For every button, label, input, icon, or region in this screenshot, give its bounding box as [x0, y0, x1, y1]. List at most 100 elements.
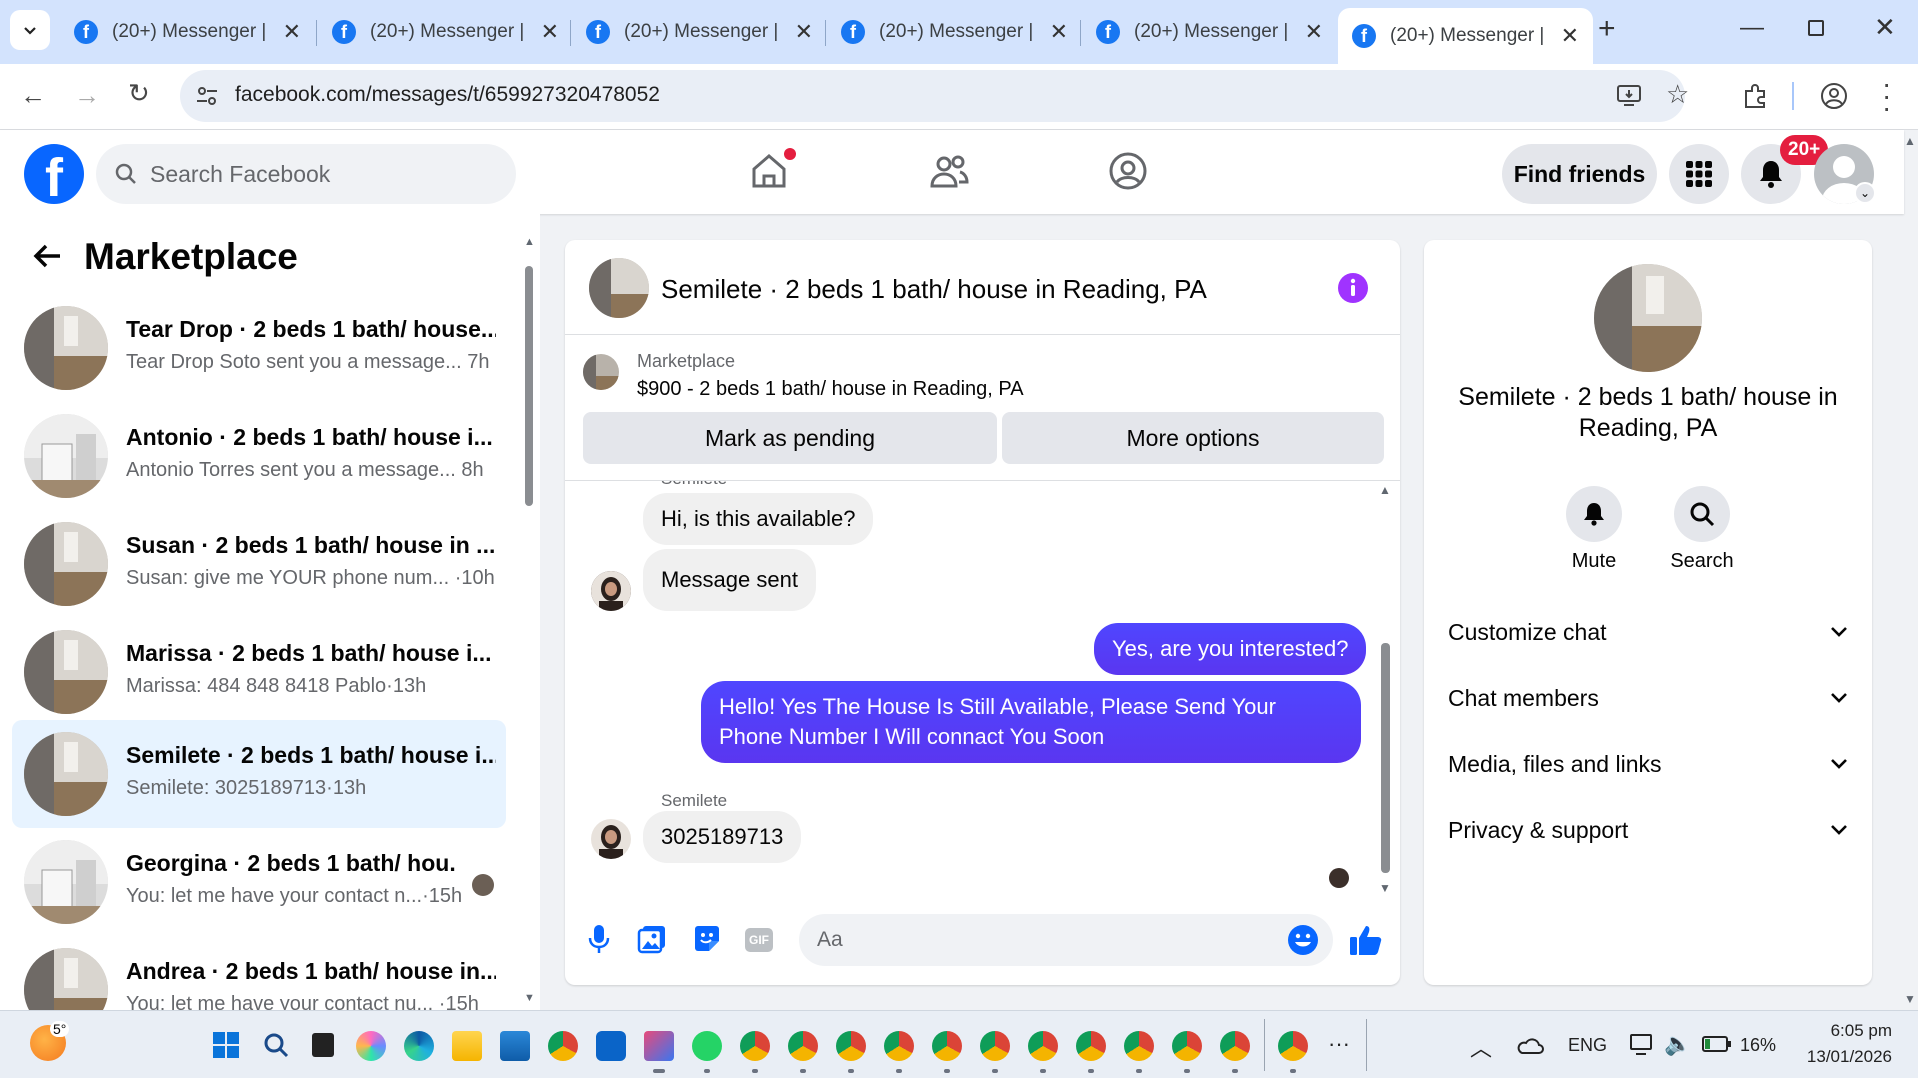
- photo-icon[interactable]: [637, 924, 667, 954]
- file-explorer-icon[interactable]: [452, 1031, 482, 1061]
- chat-header-avatar[interactable]: [589, 258, 649, 318]
- conversation-item[interactable]: Tear Drop · 2 beds 1 bath/ house... Tear…: [12, 294, 506, 402]
- reload-icon[interactable]: ↻: [128, 78, 150, 109]
- chrome-icon[interactable]: [1278, 1031, 1308, 1061]
- extensions-icon[interactable]: [1742, 83, 1768, 109]
- back-icon[interactable]: ←: [20, 80, 46, 111]
- store-icon[interactable]: [500, 1031, 530, 1061]
- close-tab-icon[interactable]: ✕: [795, 19, 813, 45]
- browser-tab-active[interactable]: f (20+) Messenger | ✕: [1338, 8, 1593, 64]
- outlook-icon[interactable]: [596, 1031, 626, 1061]
- menu-grid-button[interactable]: [1669, 144, 1729, 204]
- onedrive-icon[interactable]: [1514, 1035, 1544, 1055]
- conversation-item[interactable]: Susan · 2 beds 1 bath/ house in ... Susa…: [12, 510, 506, 618]
- privacy-support-row[interactable]: Privacy & support: [1448, 810, 1848, 850]
- search-in-chat-button[interactable]: [1674, 486, 1730, 542]
- minimize-icon[interactable]: —: [1740, 14, 1764, 42]
- home-nav-button[interactable]: [748, 148, 796, 192]
- mute-button[interactable]: [1566, 486, 1622, 542]
- browser-tab-4[interactable]: f (20+) Messenger | ✕: [827, 8, 1082, 56]
- more-options-button[interactable]: More options: [1002, 412, 1384, 464]
- thumbs-up-icon[interactable]: [1349, 924, 1383, 956]
- chrome-icon[interactable]: [932, 1031, 962, 1061]
- info-icon[interactable]: [1337, 272, 1369, 304]
- omnibox[interactable]: facebook.com/messages/t/659927320478052 …: [180, 70, 1689, 122]
- close-tab-icon[interactable]: ✕: [1305, 19, 1323, 45]
- browser-tab-3[interactable]: f (20+) Messenger | ✕: [572, 8, 827, 56]
- conversation-item[interactable]: Andrea · 2 beds 1 bath/ house in... You:…: [12, 936, 506, 1010]
- copilot-icon[interactable]: [356, 1031, 386, 1061]
- close-tab-icon[interactable]: ✕: [1561, 23, 1579, 49]
- media-files-links-row[interactable]: Media, files and links: [1448, 744, 1848, 784]
- page-scroll-up-icon[interactable]: ▲: [1904, 134, 1916, 148]
- chrome-icon[interactable]: [548, 1031, 578, 1061]
- chrome-icon[interactable]: [788, 1031, 818, 1061]
- search-facebook-input[interactable]: Search Facebook: [96, 144, 516, 204]
- conversation-item[interactable]: Marissa · 2 beds 1 bath/ house i... Mari…: [12, 618, 506, 726]
- bookmark-star-icon[interactable]: ☆: [1666, 79, 1689, 110]
- sticker-icon[interactable]: [692, 924, 722, 954]
- chrome-icon[interactable]: [836, 1031, 866, 1061]
- forward-icon[interactable]: →: [74, 80, 100, 111]
- chrome-icon[interactable]: [980, 1031, 1010, 1061]
- scrollbar-thumb[interactable]: [525, 266, 533, 506]
- profile-icon[interactable]: [1820, 82, 1848, 110]
- url-text[interactable]: facebook.com/messages/t/659927320478052: [235, 83, 660, 107]
- message-input[interactable]: Aa: [799, 914, 1333, 966]
- friends-icon[interactable]: [928, 152, 970, 192]
- system-tray-chevron-icon[interactable]: ︿: [1470, 1031, 1492, 1063]
- profile-nav-icon[interactable]: [1108, 151, 1148, 191]
- battery-icon[interactable]: [1702, 1035, 1732, 1053]
- incoming-message[interactable]: Hi, is this available?: [643, 493, 874, 545]
- list-scrollbar[interactable]: ▲ ▼: [522, 236, 536, 1006]
- facebook-logo[interactable]: f: [24, 144, 84, 208]
- back-arrow-icon[interactable]: [32, 242, 62, 270]
- page-scroll-down-icon[interactable]: ▼: [1904, 992, 1916, 1006]
- incoming-message[interactable]: 3025189713: [643, 811, 802, 863]
- chrome-icon[interactable]: [884, 1031, 914, 1061]
- taskbar-search-icon[interactable]: [262, 1031, 290, 1059]
- close-tab-icon[interactable]: ✕: [283, 19, 301, 45]
- chrome-icon[interactable]: [1172, 1031, 1202, 1061]
- customize-chat-row[interactable]: Customize chat: [1448, 612, 1848, 652]
- chrome-icon[interactable]: [740, 1031, 770, 1061]
- emoji-icon[interactable]: [1287, 924, 1319, 956]
- conversation-item-selected[interactable]: Semilete · 2 beds 1 bath/ house i... Sem…: [12, 720, 506, 828]
- scrollbar-thumb[interactable]: [1381, 643, 1390, 873]
- language-indicator[interactable]: ENG: [1568, 1035, 1607, 1056]
- browser-tab-1[interactable]: f (20+) Messenger | ✕: [60, 8, 315, 56]
- restore-icon[interactable]: [1808, 20, 1824, 36]
- outgoing-message[interactable]: Hello! Yes The House Is Still Available,…: [701, 681, 1361, 763]
- microphone-icon[interactable]: [587, 924, 611, 954]
- incoming-message[interactable]: Message sent: [643, 549, 816, 611]
- volume-icon[interactable]: 🔈: [1664, 1031, 1691, 1057]
- account-chevron-icon[interactable]: ⌄: [1854, 182, 1876, 204]
- outgoing-message[interactable]: Yes, are you interested?: [1094, 623, 1367, 675]
- chrome-icon[interactable]: [1220, 1031, 1250, 1061]
- mark-as-pending-button[interactable]: Mark as pending: [583, 412, 997, 464]
- gif-icon[interactable]: GIF: [745, 928, 773, 952]
- browser-tab-2[interactable]: f (20+) Messenger | ✕: [318, 8, 573, 56]
- site-info-icon[interactable]: [196, 86, 218, 106]
- chrome-icon[interactable]: [1076, 1031, 1106, 1061]
- new-tab-button[interactable]: +: [1598, 12, 1616, 46]
- chat-title[interactable]: Semilete · 2 beds 1 bath/ house in Readi…: [661, 274, 1207, 305]
- chat-members-row[interactable]: Chat members: [1448, 678, 1848, 718]
- chrome-icon[interactable]: [1124, 1031, 1154, 1061]
- conversation-item[interactable]: Antonio · 2 beds 1 bath/ house i... Anto…: [12, 402, 506, 510]
- browser-tab-5[interactable]: f (20+) Messenger | ✕: [1082, 8, 1337, 56]
- edge-icon[interactable]: [404, 1031, 434, 1061]
- taskbar-overflow-button[interactable]: ···: [1328, 1031, 1350, 1057]
- snipping-tool-icon[interactable]: [644, 1031, 674, 1061]
- chat-scrollbar[interactable]: ▲ ▼: [1377, 483, 1393, 899]
- close-tab-icon[interactable]: ✕: [1050, 19, 1068, 45]
- close-tab-icon[interactable]: ✕: [541, 19, 559, 45]
- task-view-icon[interactable]: [312, 1033, 334, 1057]
- find-friends-button[interactable]: Find friends: [1502, 144, 1657, 204]
- whatsapp-icon[interactable]: [692, 1031, 722, 1061]
- browser-menu-icon[interactable]: · · ·: [1882, 70, 1891, 122]
- tab-search-button[interactable]: [10, 10, 50, 50]
- info-avatar[interactable]: [1594, 264, 1702, 372]
- chrome-icon[interactable]: [1028, 1031, 1058, 1061]
- listing-description[interactable]: $900 - 2 beds 1 bath/ house in Reading, …: [637, 378, 1024, 401]
